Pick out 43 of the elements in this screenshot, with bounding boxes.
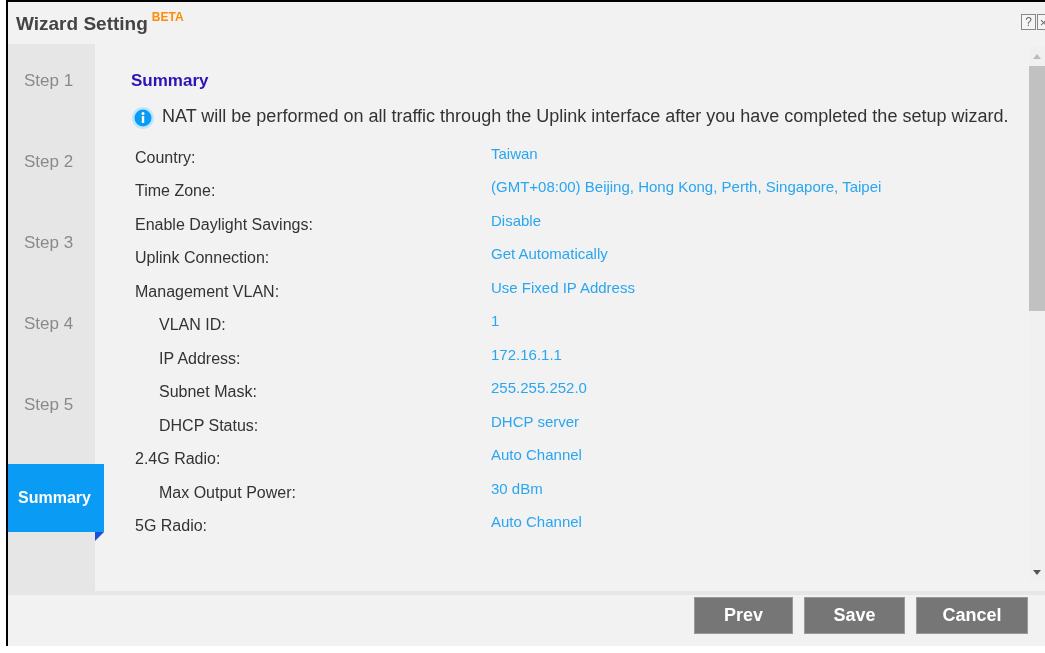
field-label: Time Zone: [135, 181, 217, 201]
field-label: VLAN ID: [158, 315, 227, 335]
field-label: IP Address: [158, 348, 242, 369]
field-label: Management VLAN: [135, 281, 281, 302]
field-value: Get Automatically [491, 244, 608, 264]
field-value: 172.16.1.1 [491, 344, 562, 365]
field-value: Taiwan [491, 143, 538, 164]
field-value: 1 [491, 311, 500, 331]
dialog-button[interactable]: Prev [694, 597, 793, 634]
field-value: (GMT+08:00) Beijing, Hong Kong, Perth, Singapore, Taipei [491, 177, 882, 197]
field-value: 255.255.252.0 [491, 378, 587, 398]
scroll-thumb[interactable] [1029, 66, 1045, 311]
tab-corner-mark [95, 532, 104, 541]
window-title: Wizard Setting [16, 12, 148, 36]
step-tab[interactable]: Step 3 [8, 230, 74, 256]
field-label: Subnet Mask: [158, 382, 258, 402]
dialog-button[interactable]: Save [804, 597, 905, 634]
field-label: 2.4G Radio: [135, 449, 222, 469]
step-tab[interactable]: Summary [8, 464, 104, 532]
field-label: Enable Daylight Savings: [135, 214, 314, 235]
step-tab[interactable]: Step 2 [8, 149, 74, 175]
field-label: Uplink Connection: [135, 248, 271, 268]
help-button[interactable]: ? [1021, 14, 1036, 30]
field-label: 5G Radio: [135, 516, 209, 536]
step-tab[interactable]: Step 4 [8, 311, 74, 337]
field-value: Auto Channel [491, 445, 582, 465]
field-value: DHCP server [491, 411, 580, 432]
step-tab[interactable]: Step 1 [8, 68, 74, 94]
field-value: Disable [491, 210, 542, 231]
field-value: Auto Channel [491, 512, 582, 532]
section-heading: Summary [131, 70, 210, 92]
field-value: 30 dBm [491, 478, 543, 499]
info-icon [131, 105, 155, 130]
beta-label: BETA [151, 9, 184, 26]
notice-text: NAT will be performed on all traffic through the Uplink interface after you have completed the setup wizard. [162, 104, 1010, 128]
dialog-button[interactable]: Cancel [916, 597, 1028, 634]
step-tab[interactable]: Step 5 [8, 392, 74, 418]
field-value: Use Fixed IP Address [491, 277, 635, 298]
field-label: Max Output Power: [158, 482, 297, 503]
field-label: DHCP Status: [158, 415, 260, 436]
field-label: Country: [135, 147, 197, 168]
scroll-down-icon[interactable] [1033, 570, 1041, 575]
scroll-up-icon[interactable] [1033, 54, 1041, 59]
